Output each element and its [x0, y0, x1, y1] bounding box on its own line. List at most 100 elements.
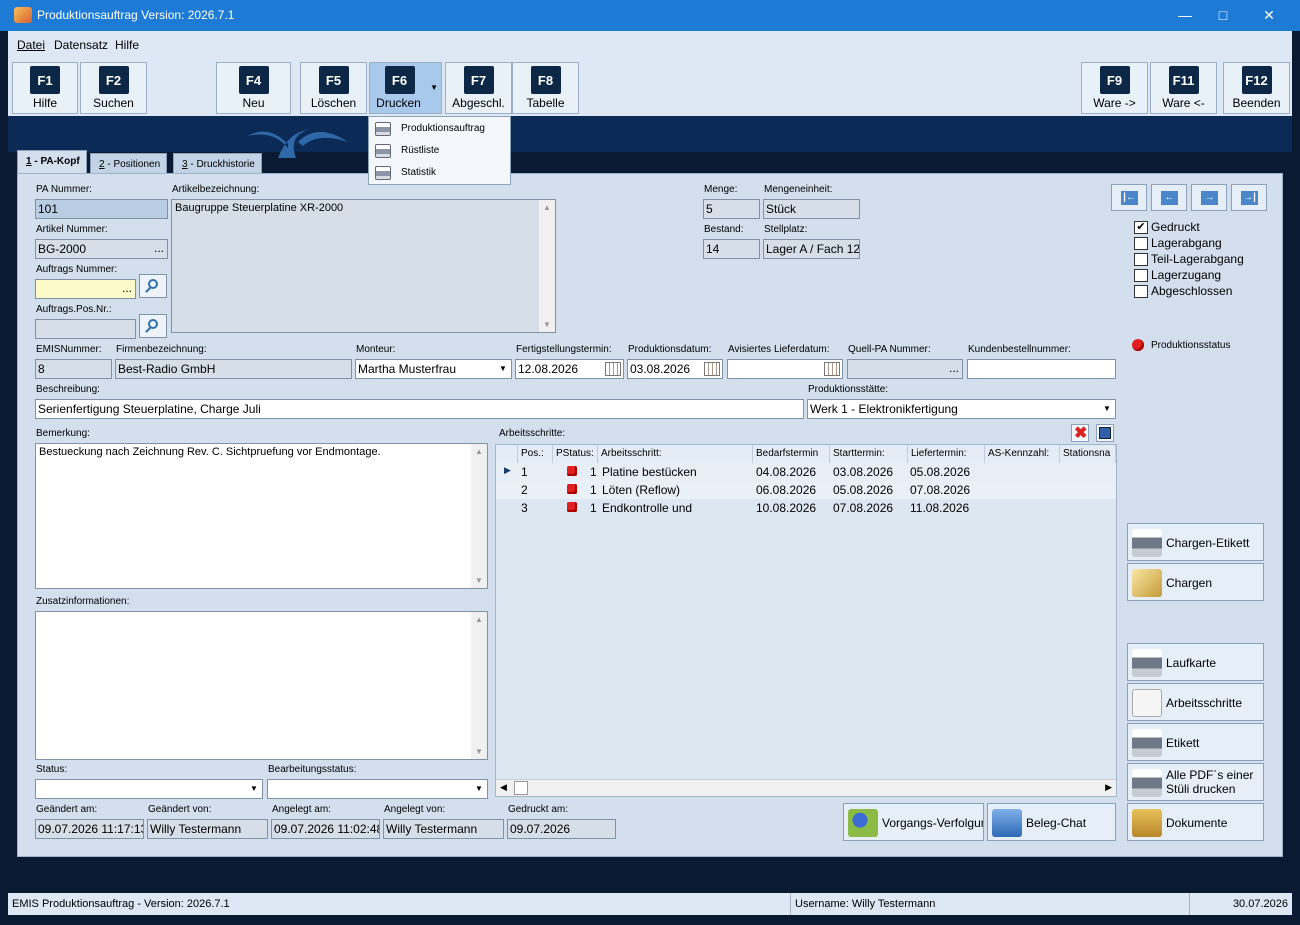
- col-bedarfstermin[interactable]: Bedarfstermin: [753, 445, 830, 463]
- printer-icon: [1132, 729, 1162, 757]
- dokumente-button[interactable]: Dokumente: [1127, 803, 1264, 841]
- banner: [8, 116, 1292, 158]
- alle-pdfs-button[interactable]: Alle PDF´s einer Stüli drucken: [1127, 763, 1264, 801]
- calendar-icon[interactable]: [605, 362, 621, 376]
- tab-pa-kopf[interactable]: 1 - PA-Kopf: [17, 150, 87, 174]
- gedruckt-checkbox[interactable]: ✔: [1134, 221, 1148, 234]
- auftrag-search-button[interactable]: [139, 274, 167, 298]
- scroll-left-icon[interactable]: ◀: [500, 782, 507, 793]
- kunden-field[interactable]: [967, 359, 1116, 379]
- menge-field[interactable]: 5: [703, 199, 760, 219]
- vorgangs-verfolgung-button[interactable]: Vorgangs-Verfolgung: [843, 803, 984, 841]
- beleg-chat-button[interactable]: Beleg-Chat: [987, 803, 1116, 841]
- abgeschl-button[interactable]: F7 Abgeschl.: [445, 62, 512, 114]
- emis-field[interactable]: 8: [35, 359, 112, 379]
- next-record-button[interactable]: →: [1191, 184, 1227, 211]
- horizontal-scrollbar[interactable]: ◀ ▶: [496, 779, 1116, 796]
- tab-druckhistorie[interactable]: 3 - Druckhistorie: [173, 153, 262, 174]
- prev-record-button[interactable]: ←: [1151, 184, 1187, 211]
- laufkarte-button[interactable]: Laufkarte: [1127, 643, 1264, 681]
- teil-lagerabgang-checkbox[interactable]: [1134, 253, 1148, 266]
- bestand-field[interactable]: 14: [703, 239, 760, 259]
- col-pstatus[interactable]: PStatus:: [553, 445, 598, 463]
- table-row[interactable]: ▶ 1 1 Platine bestücken 04.08.2026 03.08…: [496, 463, 1116, 481]
- save-row-button[interactable]: [1096, 424, 1114, 442]
- tabelle-button[interactable]: F8 Tabelle: [512, 62, 579, 114]
- ellipsis-button[interactable]: ...: [122, 281, 132, 295]
- artikelbezeichnung-field[interactable]: Baugruppe Steuerplatine XR-2000 ▲ ▼: [171, 199, 556, 333]
- calendar-icon[interactable]: [704, 362, 720, 376]
- abgeschlossen-checkbox[interactable]: [1134, 285, 1148, 298]
- beenden-button[interactable]: F12 Beenden: [1223, 62, 1290, 114]
- staette-select[interactable]: Werk 1 - Elektronikfertigung ▼: [807, 399, 1116, 419]
- auftrags-nummer-field[interactable]: ...: [35, 279, 136, 299]
- table-row[interactable]: 2 1 Löten (Reflow) 06.08.2026 05.08.2026…: [496, 481, 1116, 499]
- avis-date-field[interactable]: [727, 359, 843, 379]
- bemerkung-field[interactable]: Bestueckung nach Zeichnung Rev. C. Sicht…: [35, 443, 488, 589]
- lagerzugang-checkbox[interactable]: [1134, 269, 1148, 282]
- scrollbar[interactable]: ▲ ▼: [471, 444, 487, 588]
- loeschen-button[interactable]: F5 Löschen: [300, 62, 367, 114]
- status-select[interactable]: ▼: [35, 779, 263, 799]
- pa-nummer-field[interactable]: 101: [35, 199, 168, 219]
- etikett-button[interactable]: Etikett: [1127, 723, 1264, 761]
- col-stationsname[interactable]: Stationsna: [1060, 445, 1116, 463]
- first-record-button[interactable]: |←: [1111, 184, 1147, 211]
- suchen-button[interactable]: F2 Suchen: [80, 62, 147, 114]
- staette-label: Produktionsstätte:: [808, 384, 889, 395]
- drucken-button[interactable]: F6 Drucken ▼: [369, 62, 442, 114]
- ellipsis-button[interactable]: ...: [154, 241, 164, 255]
- tab-positionen[interactable]: 2 - Positionen: [90, 153, 168, 174]
- calendar-icon[interactable]: [824, 362, 840, 376]
- chevron-down-icon[interactable]: ▼: [1099, 400, 1115, 418]
- monteur-select[interactable]: Martha Musterfrau ▼: [355, 359, 512, 379]
- menu-datei[interactable]: Datei: [17, 38, 45, 52]
- delete-row-button[interactable]: ✖: [1071, 424, 1089, 442]
- ware-links-button[interactable]: F11 Ware <-: [1150, 62, 1217, 114]
- menu-datensatz[interactable]: Datensatz: [54, 38, 108, 52]
- menu-item-produktionsauftrag[interactable]: Produktionsauftrag: [369, 118, 510, 140]
- mengeneinheit-field[interactable]: Stück: [763, 199, 860, 219]
- ware-rechts-button[interactable]: F9 Ware ->: [1081, 62, 1148, 114]
- ware-rechts-label: Ware ->: [1093, 96, 1136, 110]
- col-starttermin[interactable]: Starttermin:: [830, 445, 908, 463]
- scroll-thumb[interactable]: [514, 781, 528, 795]
- col-as-kennzahl[interactable]: AS-Kennzahl:: [985, 445, 1060, 463]
- ellipsis-button[interactable]: ...: [949, 361, 959, 375]
- maximize-icon[interactable]: □: [1200, 0, 1246, 31]
- quell-field[interactable]: ...: [847, 359, 963, 379]
- bearb-select[interactable]: ▼: [267, 779, 488, 799]
- col-liefertermin[interactable]: Liefertermin:: [908, 445, 985, 463]
- beschreibung-field[interactable]: Serienfertigung Steuerplatine, Charge Ju…: [35, 399, 804, 419]
- firma-field[interactable]: Best-Radio GmbH: [115, 359, 352, 379]
- pos-search-button[interactable]: [139, 314, 167, 338]
- chevron-down-icon[interactable]: ▼: [495, 360, 511, 378]
- menu-item-statistik[interactable]: Statistik: [369, 162, 510, 184]
- menu-item-ruestliste[interactable]: Rüstliste: [369, 140, 510, 162]
- last-record-button[interactable]: →|: [1231, 184, 1267, 211]
- hilfe-button[interactable]: F1 Hilfe: [12, 62, 78, 114]
- menu-hilfe[interactable]: Hilfe: [115, 38, 139, 52]
- col-arbeitsschritt[interactable]: Arbeitsschritt:: [598, 445, 753, 463]
- chevron-down-icon[interactable]: ▼: [246, 780, 262, 798]
- lagerabgang-checkbox[interactable]: [1134, 237, 1148, 250]
- stellplatz-field[interactable]: Lager A / Fach 12: [763, 239, 860, 259]
- auftrags-pos-field[interactable]: [35, 319, 136, 339]
- arbeitsschritte-button[interactable]: Arbeitsschritte: [1127, 683, 1264, 721]
- scrollbar[interactable]: ▲ ▼: [539, 200, 555, 332]
- table-row[interactable]: 3 1 Endkontrolle und 10.08.2026 07.08.20…: [496, 499, 1116, 517]
- dropdown-arrow-icon[interactable]: ▼: [430, 83, 438, 92]
- chargen-button[interactable]: Chargen: [1127, 563, 1264, 601]
- fertig-date-field[interactable]: 12.08.2026: [515, 359, 624, 379]
- chevron-down-icon[interactable]: ▼: [471, 780, 487, 798]
- scroll-right-icon[interactable]: ▶: [1105, 782, 1112, 793]
- close-icon[interactable]: ✕: [1246, 0, 1292, 31]
- scrollbar[interactable]: ▲ ▼: [471, 612, 487, 759]
- chargen-etikett-button[interactable]: Chargen-Etikett: [1127, 523, 1264, 561]
- prod-date-field[interactable]: 03.08.2026: [627, 359, 723, 379]
- artikel-nummer-field[interactable]: BG-2000...: [35, 239, 168, 259]
- zusatz-field[interactable]: ▲ ▼: [35, 611, 488, 760]
- neu-button[interactable]: F4 Neu: [216, 62, 291, 114]
- cell-pos: 1: [521, 465, 528, 479]
- col-pos[interactable]: Pos.:: [518, 445, 553, 463]
